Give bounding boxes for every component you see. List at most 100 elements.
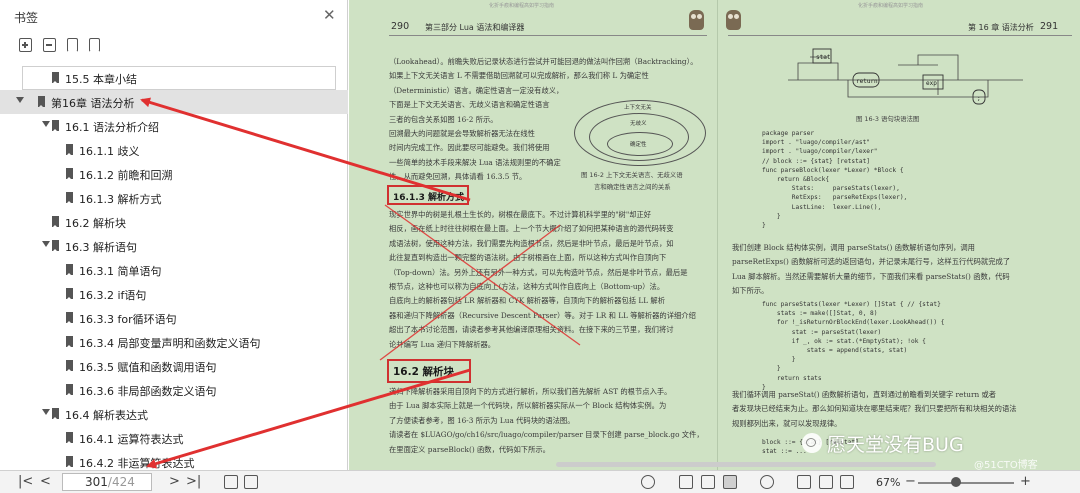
zoom-in-button[interactable]: + xyxy=(1020,474,1031,490)
expand-all-icon[interactable] xyxy=(19,38,32,52)
bookmark-icon xyxy=(66,168,73,180)
bookmark-item[interactable]: 16.3 解析语句 xyxy=(0,234,348,258)
text-line: 相反，画在纸上时往往树根在最上面。上一个节大概介绍了如何把某种语言的源代码转变 xyxy=(389,224,674,234)
page-header: 第 16 章 语法分析 xyxy=(968,23,1034,32)
text-line: } xyxy=(762,365,781,373)
watermark-text: 愿天堂没有BUG xyxy=(827,434,964,456)
bookmark-item[interactable]: 16.3.4 局部变量声明和函数定义语句 xyxy=(0,330,348,354)
forward-icon[interactable] xyxy=(244,475,258,489)
play-icon[interactable] xyxy=(760,475,774,489)
eye-care-icon[interactable] xyxy=(641,475,655,489)
bookmark-label: 16.1.3 解析方式 xyxy=(79,193,162,206)
single-page-icon[interactable] xyxy=(679,475,693,489)
add-bookmark-icon[interactable] xyxy=(67,38,78,52)
page-header: 第三部分 Lua 语法和编译器 xyxy=(425,23,525,32)
text-line: return stats xyxy=(762,374,822,382)
text-line: Lua 脚本解析。当然还需要解析大量的细节，下面我们来看 parseStats(… xyxy=(732,271,1010,281)
bookmark-item[interactable]: 16.1.1 歧义 xyxy=(0,138,348,162)
zoom-slider-knob[interactable] xyxy=(951,477,962,487)
bookmark-item[interactable]: 16.3.5 赋值和函数调用语句 xyxy=(0,354,348,378)
bookmark-item[interactable]: 16.1.3 解析方式 xyxy=(0,186,348,210)
bookmark-icon xyxy=(66,456,73,468)
figure-label-inner: 确定性 xyxy=(630,142,647,148)
zoom-out-button[interactable]: − xyxy=(905,474,916,490)
horizontal-scrollbar[interactable] xyxy=(556,462,936,467)
bookmark-label: 16.3.1 简单语句 xyxy=(79,265,162,278)
text-line: } xyxy=(762,212,781,220)
bookmark-item[interactable]: 16.4.1 运算符表达式 xyxy=(0,426,348,450)
bookmark-label: 16.3.4 局部变量声明和函数定义语句 xyxy=(79,337,261,350)
text-line: （Lookahead）。前瞻失败后记录状态进行尝试并可能回退的做法叫作回溯（Ba… xyxy=(389,57,698,66)
header-rule xyxy=(389,35,707,36)
two-page-icon[interactable] xyxy=(723,475,737,489)
text-line: 如果上下文无关语言 L 不需要借助回溯就可以完成解析，那么我们称 L 为确定性 xyxy=(389,71,649,81)
bookmark-item[interactable]: 16.1.2 前瞻和回溯 xyxy=(0,162,348,186)
diagram-label-semicolon: ; xyxy=(977,95,981,102)
bookmark-label: 第16章 语法分析 xyxy=(51,97,135,110)
text-line: // block ::= {stat} [retstat] xyxy=(762,157,871,165)
text-line: package parser xyxy=(762,130,815,137)
publisher-logo-icon xyxy=(689,10,704,30)
continuous-page-icon[interactable] xyxy=(701,475,715,489)
diagram-label-stat: stat xyxy=(816,54,831,61)
bookmark-item[interactable]: 16.3.2 if语句 xyxy=(0,282,348,306)
bookmark-tree: 15.5 本章小结 第16章 语法分析 16.1 语法分析介绍 16.1.1 歧义 16… xyxy=(0,66,348,474)
bookmark-label: 16.2 解析块 xyxy=(65,217,126,230)
bookmark-item[interactable]: 16.3.6 非局部函数定义语句 xyxy=(0,378,348,402)
expand-triangle-icon[interactable] xyxy=(42,409,50,415)
bookmark-label: 16.3.5 赋值和函数调用语句 xyxy=(79,361,217,374)
expand-triangle-icon[interactable] xyxy=(16,97,24,103)
collapse-all-icon[interactable] xyxy=(43,38,56,52)
text-line: stats := make([]Stat, 0, 8) xyxy=(762,310,878,318)
text-line: func parseStats(lexer *Lexer) []Stat { /… xyxy=(762,301,941,308)
text-line: 我们循环调用 parseStat() 函数解析语句，直到通过前瞻看到关键字 re… xyxy=(732,390,997,399)
expand-triangle-icon[interactable] xyxy=(42,121,50,127)
bookmark-icon xyxy=(66,192,73,204)
bookmark-item[interactable]: 16.3.1 简单语句 xyxy=(0,258,348,282)
bookmark-label: 16.4 解析表达式 xyxy=(65,409,148,422)
fit-width-icon[interactable] xyxy=(840,475,854,489)
bookmark-item[interactable]: 16.1 语法分析介绍 xyxy=(0,114,348,138)
bookmark-item[interactable]: 16.2 解析块 xyxy=(0,210,348,234)
expand-triangle-icon[interactable] xyxy=(42,241,50,247)
back-icon[interactable] xyxy=(224,475,238,489)
text-line: （Top-down）法。另外上还有另外一种方式，可以先构造叶节点，然后是非叶节点… xyxy=(389,267,688,277)
figure-caption: 图 16-2 上下文无关语言、无歧义语 xyxy=(581,171,683,179)
last-page-button[interactable]: >| xyxy=(186,474,201,490)
next-page-button[interactable]: > xyxy=(169,474,180,490)
text-line: } xyxy=(762,356,796,364)
bookmark-icon xyxy=(38,96,45,108)
fit-page-icon[interactable] xyxy=(819,475,833,489)
text-line: 论并编写 Lua 递归下降解析器。 xyxy=(389,339,496,349)
prev-page-button[interactable]: < xyxy=(40,474,51,490)
text-line: func parseBlock(lexer *Lexer) *Block { xyxy=(762,166,904,174)
close-icon[interactable]: ✕ xyxy=(323,7,336,23)
text-line: 自底向上的解析器包括 LR 解析器和 CYK 解析器等，自顶向下的解析器包括 L… xyxy=(389,296,665,306)
bookmark-icon xyxy=(66,336,73,348)
zoom-slider[interactable] xyxy=(918,482,1014,484)
first-page-button[interactable]: |< xyxy=(18,474,33,490)
figure-caption: 言和确定性语言之间的关系 xyxy=(594,183,671,191)
page-number-input[interactable]: 301/424 xyxy=(62,473,152,491)
text-line: return &Block{ xyxy=(762,176,830,184)
bookmark-item[interactable]: 16.4 解析表达式 xyxy=(0,402,348,426)
actual-size-icon[interactable] xyxy=(797,475,811,489)
bookmark-icon[interactable] xyxy=(89,38,100,52)
bookmark-item[interactable]: 第16章 语法分析 xyxy=(0,90,348,114)
text-line: stat := parseStat(lexer) xyxy=(762,328,882,336)
total-pages: /424 xyxy=(107,475,135,489)
syntax-diagram: stat return exp ; xyxy=(788,45,1028,115)
text-line: 下面是上下文无关语言、无歧义语言和确定性语言 xyxy=(389,100,550,110)
bookmark-label: 16.4.1 运算符表达式 xyxy=(79,433,184,446)
bookmark-item[interactable]: 15.5 本章小结 xyxy=(22,66,336,90)
document-viewport[interactable]: 化折手痕和编程高如学习指南 290 第三部分 Lua 语法和编译器 （Looka… xyxy=(349,0,1080,470)
text-line: 现实世界中的树是扎根土生长的，树根在最底下。不过计算机科学里的"树"却正好 xyxy=(389,210,652,219)
page-number: 290 xyxy=(391,21,410,32)
bookmark-icon xyxy=(66,312,73,324)
watermark-site: @51CTO博客 xyxy=(974,460,1038,470)
figure-label-outer: 上下文无关 xyxy=(624,105,652,111)
text-line: Stats: parseStats(lexer), xyxy=(762,185,900,193)
bookmark-panel: 书签 ✕ 15.5 本章小结 第16章 语法分析 16.1 语法分析介绍 16.1.1… xyxy=(0,0,348,470)
publisher-logo-icon xyxy=(726,10,741,30)
bookmark-item[interactable]: 16.3.3 for循环语句 xyxy=(0,306,348,330)
